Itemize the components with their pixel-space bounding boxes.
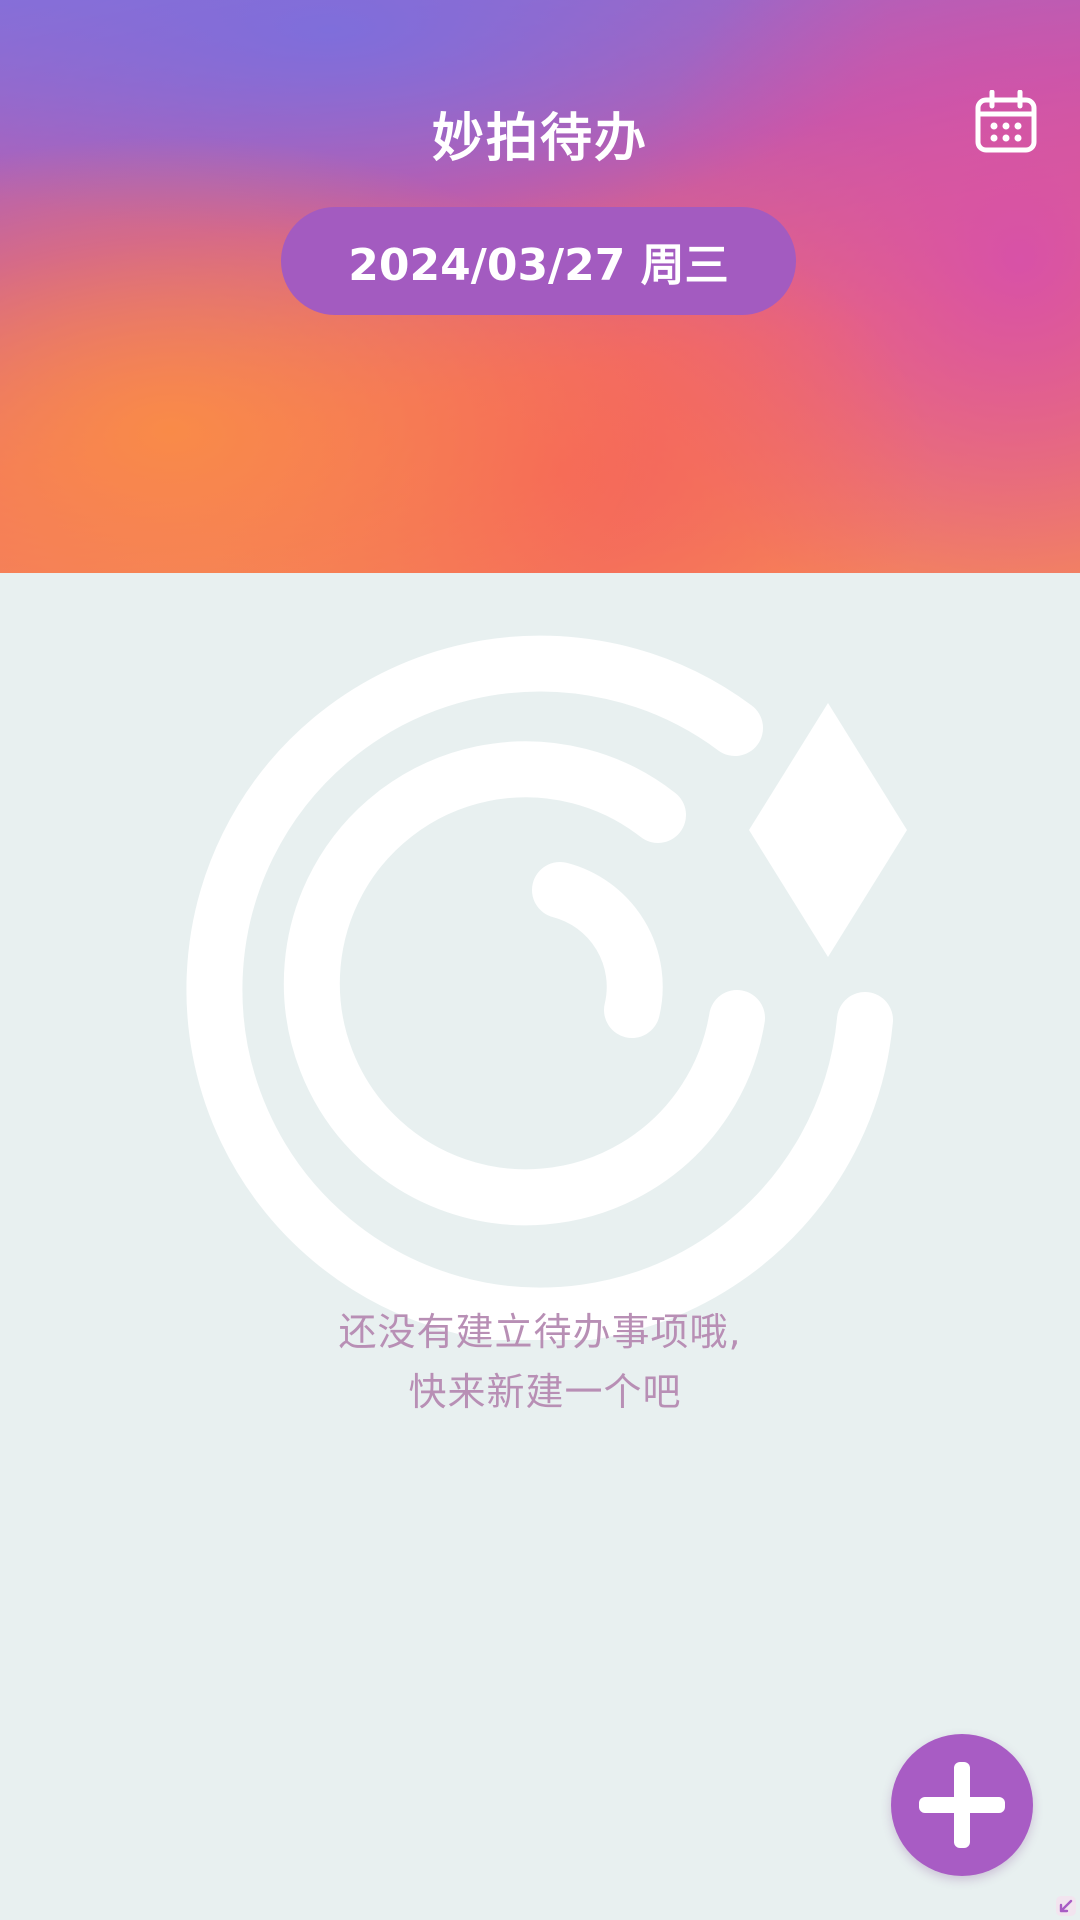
- corner-resize-icon: [1056, 1896, 1076, 1916]
- app-screen: 妙拍待办 2024/03/27 周三 还没有建立待办事项哦, 快来新建一个吧: [0, 0, 1080, 1920]
- calendar-icon: [975, 89, 1037, 153]
- date-selector[interactable]: 2024/03/27 周三: [281, 207, 796, 315]
- empty-state-line-2: 快来新建一个吧: [408, 1370, 682, 1414]
- add-todo-button[interactable]: [891, 1734, 1033, 1876]
- empty-state-line-1: 还没有建立待办事项哦,: [338, 1310, 742, 1354]
- empty-state-message: 还没有建立待办事项哦, 快来新建一个吧: [0, 1302, 1080, 1422]
- plus-icon-vertical: [954, 1762, 970, 1848]
- header-gradient: 妙拍待办 2024/03/27 周三: [0, 0, 1080, 573]
- empty-logo-icon: [186, 635, 907, 1340]
- calendar-button[interactable]: [974, 89, 1038, 154]
- page-title: 妙拍待办: [431, 109, 648, 169]
